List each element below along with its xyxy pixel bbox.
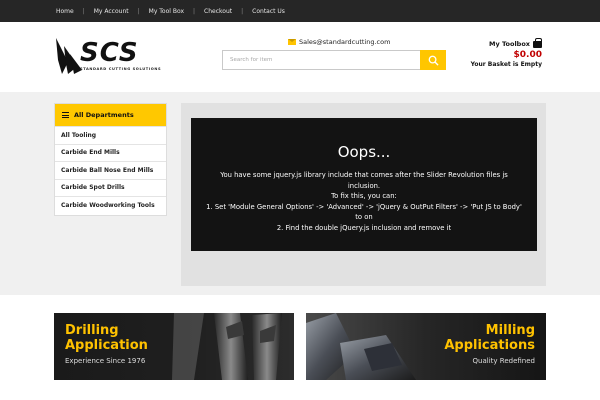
logo-text: SCS — [80, 38, 139, 68]
banner-title: Milling Applications — [444, 323, 535, 353]
hero-slider: Oops... You have some jquery.js library … — [181, 103, 546, 286]
envelope-icon — [288, 39, 296, 45]
briefcase-icon — [533, 37, 542, 48]
site-header: SCS STANDARD CUTTING SOLUTIONS Sales@sta… — [0, 22, 600, 92]
nav-separator: | — [82, 7, 85, 15]
nav-home-link[interactable]: Home — [56, 8, 74, 15]
department-item-carbide-woodworking-tools[interactable]: Carbide Woodworking Tools — [55, 196, 166, 214]
search-input[interactable] — [222, 50, 420, 70]
banner-title: Drilling Application — [65, 323, 148, 353]
search-icon — [428, 55, 439, 66]
departments-heading-label: All Departments — [74, 111, 134, 119]
slider-error-box: Oops... You have some jquery.js library … — [191, 118, 537, 251]
banner-subtitle: Quality Redefined — [472, 357, 535, 365]
nav-checkout-link[interactable]: Checkout — [204, 8, 232, 15]
banner-title-line: Milling — [485, 323, 535, 338]
error-line: You have some jquery.js library include … — [220, 171, 508, 190]
milling-banner[interactable]: Milling Applications Quality Redefined — [306, 313, 546, 380]
top-nav: Home | My Account | My Tool Box | Checko… — [56, 0, 285, 22]
error-title: Oops... — [337, 143, 391, 161]
toolbox-label: My Toolbox — [488, 40, 530, 48]
nav-my-tool-box-link[interactable]: My Tool Box — [149, 8, 184, 15]
error-line: 2. Find the double jQuery.js inclusion a… — [276, 223, 452, 232]
drilling-banner[interactable]: Drilling Application Experience Since 19… — [54, 313, 294, 380]
nav-separator: | — [241, 7, 244, 15]
department-item-all-tooling[interactable]: All Tooling — [55, 126, 166, 144]
nav-contact-us-link[interactable]: Contact Us — [252, 8, 285, 15]
logo-tagline: STANDARD CUTTING SOLUTIONS — [80, 67, 162, 71]
department-item-carbide-ball-nose-end-mills[interactable]: Carbide Ball Nose End Mills — [55, 161, 166, 179]
search-button[interactable] — [420, 50, 446, 70]
departments-menu: All Departments All Tooling Carbide End … — [54, 103, 167, 216]
nav-separator: | — [193, 7, 196, 15]
cart-total: $0.00 — [513, 50, 542, 60]
error-line: 1. Set 'Module General Options' -> 'Adva… — [206, 202, 522, 222]
nav-my-account-link[interactable]: My Account — [94, 8, 129, 15]
banner-title-line: Applications — [444, 338, 535, 353]
contact-email[interactable]: Sales@standardcutting.com — [288, 38, 390, 46]
error-line: To fix this, you can: — [331, 192, 397, 200]
error-message: You have some jquery.js library include … — [191, 170, 537, 233]
department-item-carbide-end-mills[interactable]: Carbide End Mills — [55, 143, 166, 162]
search-bar — [222, 50, 446, 70]
department-item-carbide-spot-drills[interactable]: Carbide Spot Drills — [55, 178, 166, 197]
banner-subtitle: Experience Since 1976 — [65, 357, 146, 365]
basket-status: Your Basket is Empty — [470, 61, 542, 68]
main-section: All Departments All Tooling Carbide End … — [0, 92, 600, 295]
toolbox-title: My Toolbox — [471, 37, 542, 48]
banner-title-line: Drilling — [65, 323, 119, 338]
banner-title-line: Application — [65, 338, 148, 353]
list-icon — [62, 112, 69, 118]
departments-heading[interactable]: All Departments — [55, 104, 166, 126]
top-bar: Home | My Account | My Tool Box | Checko… — [0, 0, 600, 22]
email-text: Sales@standardcutting.com — [299, 38, 391, 46]
scs-logo[interactable]: SCS STANDARD CUTTING SOLUTIONS — [54, 36, 174, 80]
toolbox-cart[interactable]: My Toolbox $0.00 Your Basket is Empty — [470, 37, 542, 68]
nav-separator: | — [137, 7, 140, 15]
